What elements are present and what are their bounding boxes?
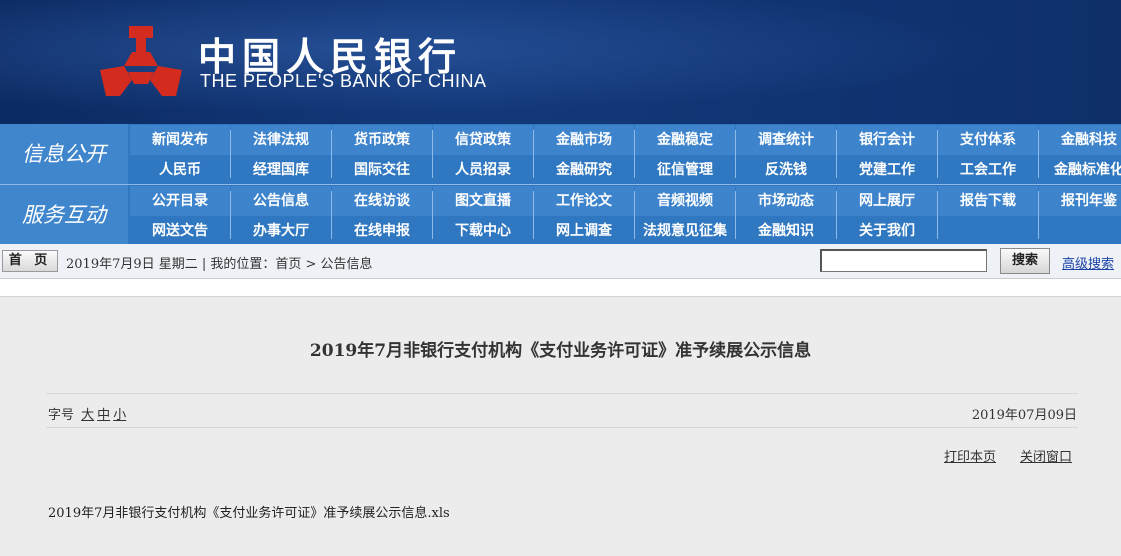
site-banner: 中国人民银行 THE PEOPLE'S BANK OF CHINA [0, 0, 1121, 124]
nav-item[interactable]: 公告信息 [231, 186, 331, 216]
font-size-small-link[interactable]: 小 [113, 408, 126, 423]
nav-grid-service: 公开目录 公告信息 在线访谈 图文直播 工作论文 音频视频 市场动态 网上展厅 报告下载 报刊年鉴… [130, 185, 1121, 246]
nav-item[interactable]: 金融标准化 [1039, 155, 1121, 185]
nav-item[interactable]: 法律法规 [231, 125, 331, 155]
nav-divider [331, 130, 332, 178]
nav-item[interactable]: 反洗钱 [736, 155, 836, 185]
search-input[interactable] [820, 249, 987, 272]
nav-divider [331, 191, 332, 239]
nav-item[interactable]: 金融研究 [534, 155, 634, 185]
nav-item[interactable]: 人员招录 [433, 155, 533, 185]
nav-item[interactable]: 经理国库 [231, 155, 331, 185]
nav-divider [937, 191, 938, 239]
nav-section-service: 服务互动 公开目录 公告信息 在线访谈 图文直播 工作论文 音频视频 市场动态 网上展厅 报告下… [0, 184, 1121, 246]
nav-divider [735, 130, 736, 178]
nav-item[interactable]: 法规意见征集 [635, 216, 735, 246]
nav-item[interactable]: 网上展厅 [837, 186, 937, 216]
nav-divider [230, 130, 231, 178]
nav-divider [634, 191, 635, 239]
nav-item[interactable]: 金融科技 [1039, 125, 1121, 155]
nav-divider [937, 130, 938, 178]
nav-item[interactable]: 金融市场 [534, 125, 634, 155]
pboc-logo-icon[interactable] [96, 22, 186, 98]
nav-item[interactable]: 金融稳定 [635, 125, 735, 155]
font-size-control: 字号 大中小 [48, 404, 126, 423]
close-window-link[interactable]: 关闭窗口 [1020, 446, 1072, 465]
nav-item[interactable]: 银行会计 [837, 125, 937, 155]
nav-item[interactable]: 支付体系 [938, 125, 1038, 155]
nav-item[interactable]: 报刊年鉴 [1039, 186, 1121, 216]
nav-item[interactable]: 网送文告 [130, 216, 230, 246]
nav-item[interactable]: 网上调查 [534, 216, 634, 246]
home-button[interactable]: 首 页 [2, 250, 58, 272]
page-title: 2019年7月非银行支付机构《支付业务许可证》准予续展公示信息 [309, 341, 812, 361]
nav-item[interactable]: 国际交往 [332, 155, 432, 185]
nav-item[interactable]: 音频视频 [635, 186, 735, 216]
nav-divider [1038, 191, 1039, 239]
nav-item[interactable]: 下载中心 [433, 216, 533, 246]
publish-date: 2019年07月09日 [971, 408, 1077, 423]
nav-divider [735, 191, 736, 239]
nav-divider [432, 130, 433, 178]
nav-item[interactable]: 公开目录 [130, 186, 230, 216]
bank-name-en: THE PEOPLE'S BANK OF CHINA [200, 71, 487, 91]
nav-item[interactable]: 征信管理 [635, 155, 735, 185]
print-page-link[interactable]: 打印本页 [944, 446, 996, 465]
breadcrumb: 2019年7月9日 星期二 | 我的位置：首页 > 公告信息 [66, 257, 373, 272]
nav-item[interactable]: 人民币 [130, 155, 230, 185]
nav-item[interactable]: 党建工作 [837, 155, 937, 185]
advanced-search-link[interactable]: 高级搜索 [1062, 253, 1114, 272]
meta-divider [46, 427, 1078, 428]
nav-section-label-service: 服务互动 [0, 185, 128, 245]
nav-divider [533, 130, 534, 178]
nav-item[interactable]: 关于我们 [837, 216, 937, 246]
search-button[interactable]: 搜索 [1000, 248, 1050, 274]
nav-item[interactable]: 在线访谈 [332, 186, 432, 216]
nav-divider [230, 191, 231, 239]
nav-section-label-info: 信息公开 [0, 124, 128, 184]
nav-item[interactable]: 工会工作 [938, 155, 1038, 185]
nav-item[interactable]: 在线申报 [332, 216, 432, 246]
nav-divider [836, 191, 837, 239]
nav-divider [432, 191, 433, 239]
nav-grid-info: 新闻发布 法律法规 货币政策 信贷政策 金融市场 金融稳定 调查统计 银行会计 支付体系 金融科技… [130, 124, 1121, 185]
nav-divider [634, 130, 635, 178]
nav-divider [836, 130, 837, 178]
breadcrumb-divider [0, 279, 1121, 297]
nav-item[interactable]: 图文直播 [433, 186, 533, 216]
nav-item[interactable]: 市场动态 [736, 186, 836, 216]
attachment-link[interactable]: 2019年7月非银行支付机构《支付业务许可证》准予续展公示信息.xls [48, 502, 450, 521]
nav-section-info: 信息公开 新闻发布 法律法规 货币政策 信贷政策 金融市场 金融稳定 调查统计 银行会计 支付体… [0, 124, 1121, 185]
nav-item[interactable]: 办事大厅 [231, 216, 331, 246]
nav-item[interactable]: 信贷政策 [433, 125, 533, 155]
nav-item[interactable]: 调查统计 [736, 125, 836, 155]
title-divider [46, 393, 1078, 394]
breadcrumb-bar: 首 页 2019年7月9日 星期二 | 我的位置：首页 > 公告信息 搜索 高级… [0, 244, 1121, 279]
font-size-label: 字号 [48, 408, 75, 423]
main-navigation: 信息公开 新闻发布 法律法规 货币政策 信贷政策 金融市场 金融稳定 调查统计 银行会计 支付体… [0, 124, 1121, 246]
nav-divider [1038, 130, 1039, 178]
nav-item[interactable]: 工作论文 [534, 186, 634, 216]
font-size-large-link[interactable]: 大 [81, 408, 94, 423]
nav-divider [533, 191, 534, 239]
nav-item[interactable]: 报告下载 [938, 186, 1038, 216]
nav-item[interactable]: 新闻发布 [130, 125, 230, 155]
font-size-medium-link[interactable]: 中 [97, 408, 110, 423]
nav-item[interactable]: 金融知识 [736, 216, 836, 246]
nav-item[interactable]: 货币政策 [332, 125, 432, 155]
